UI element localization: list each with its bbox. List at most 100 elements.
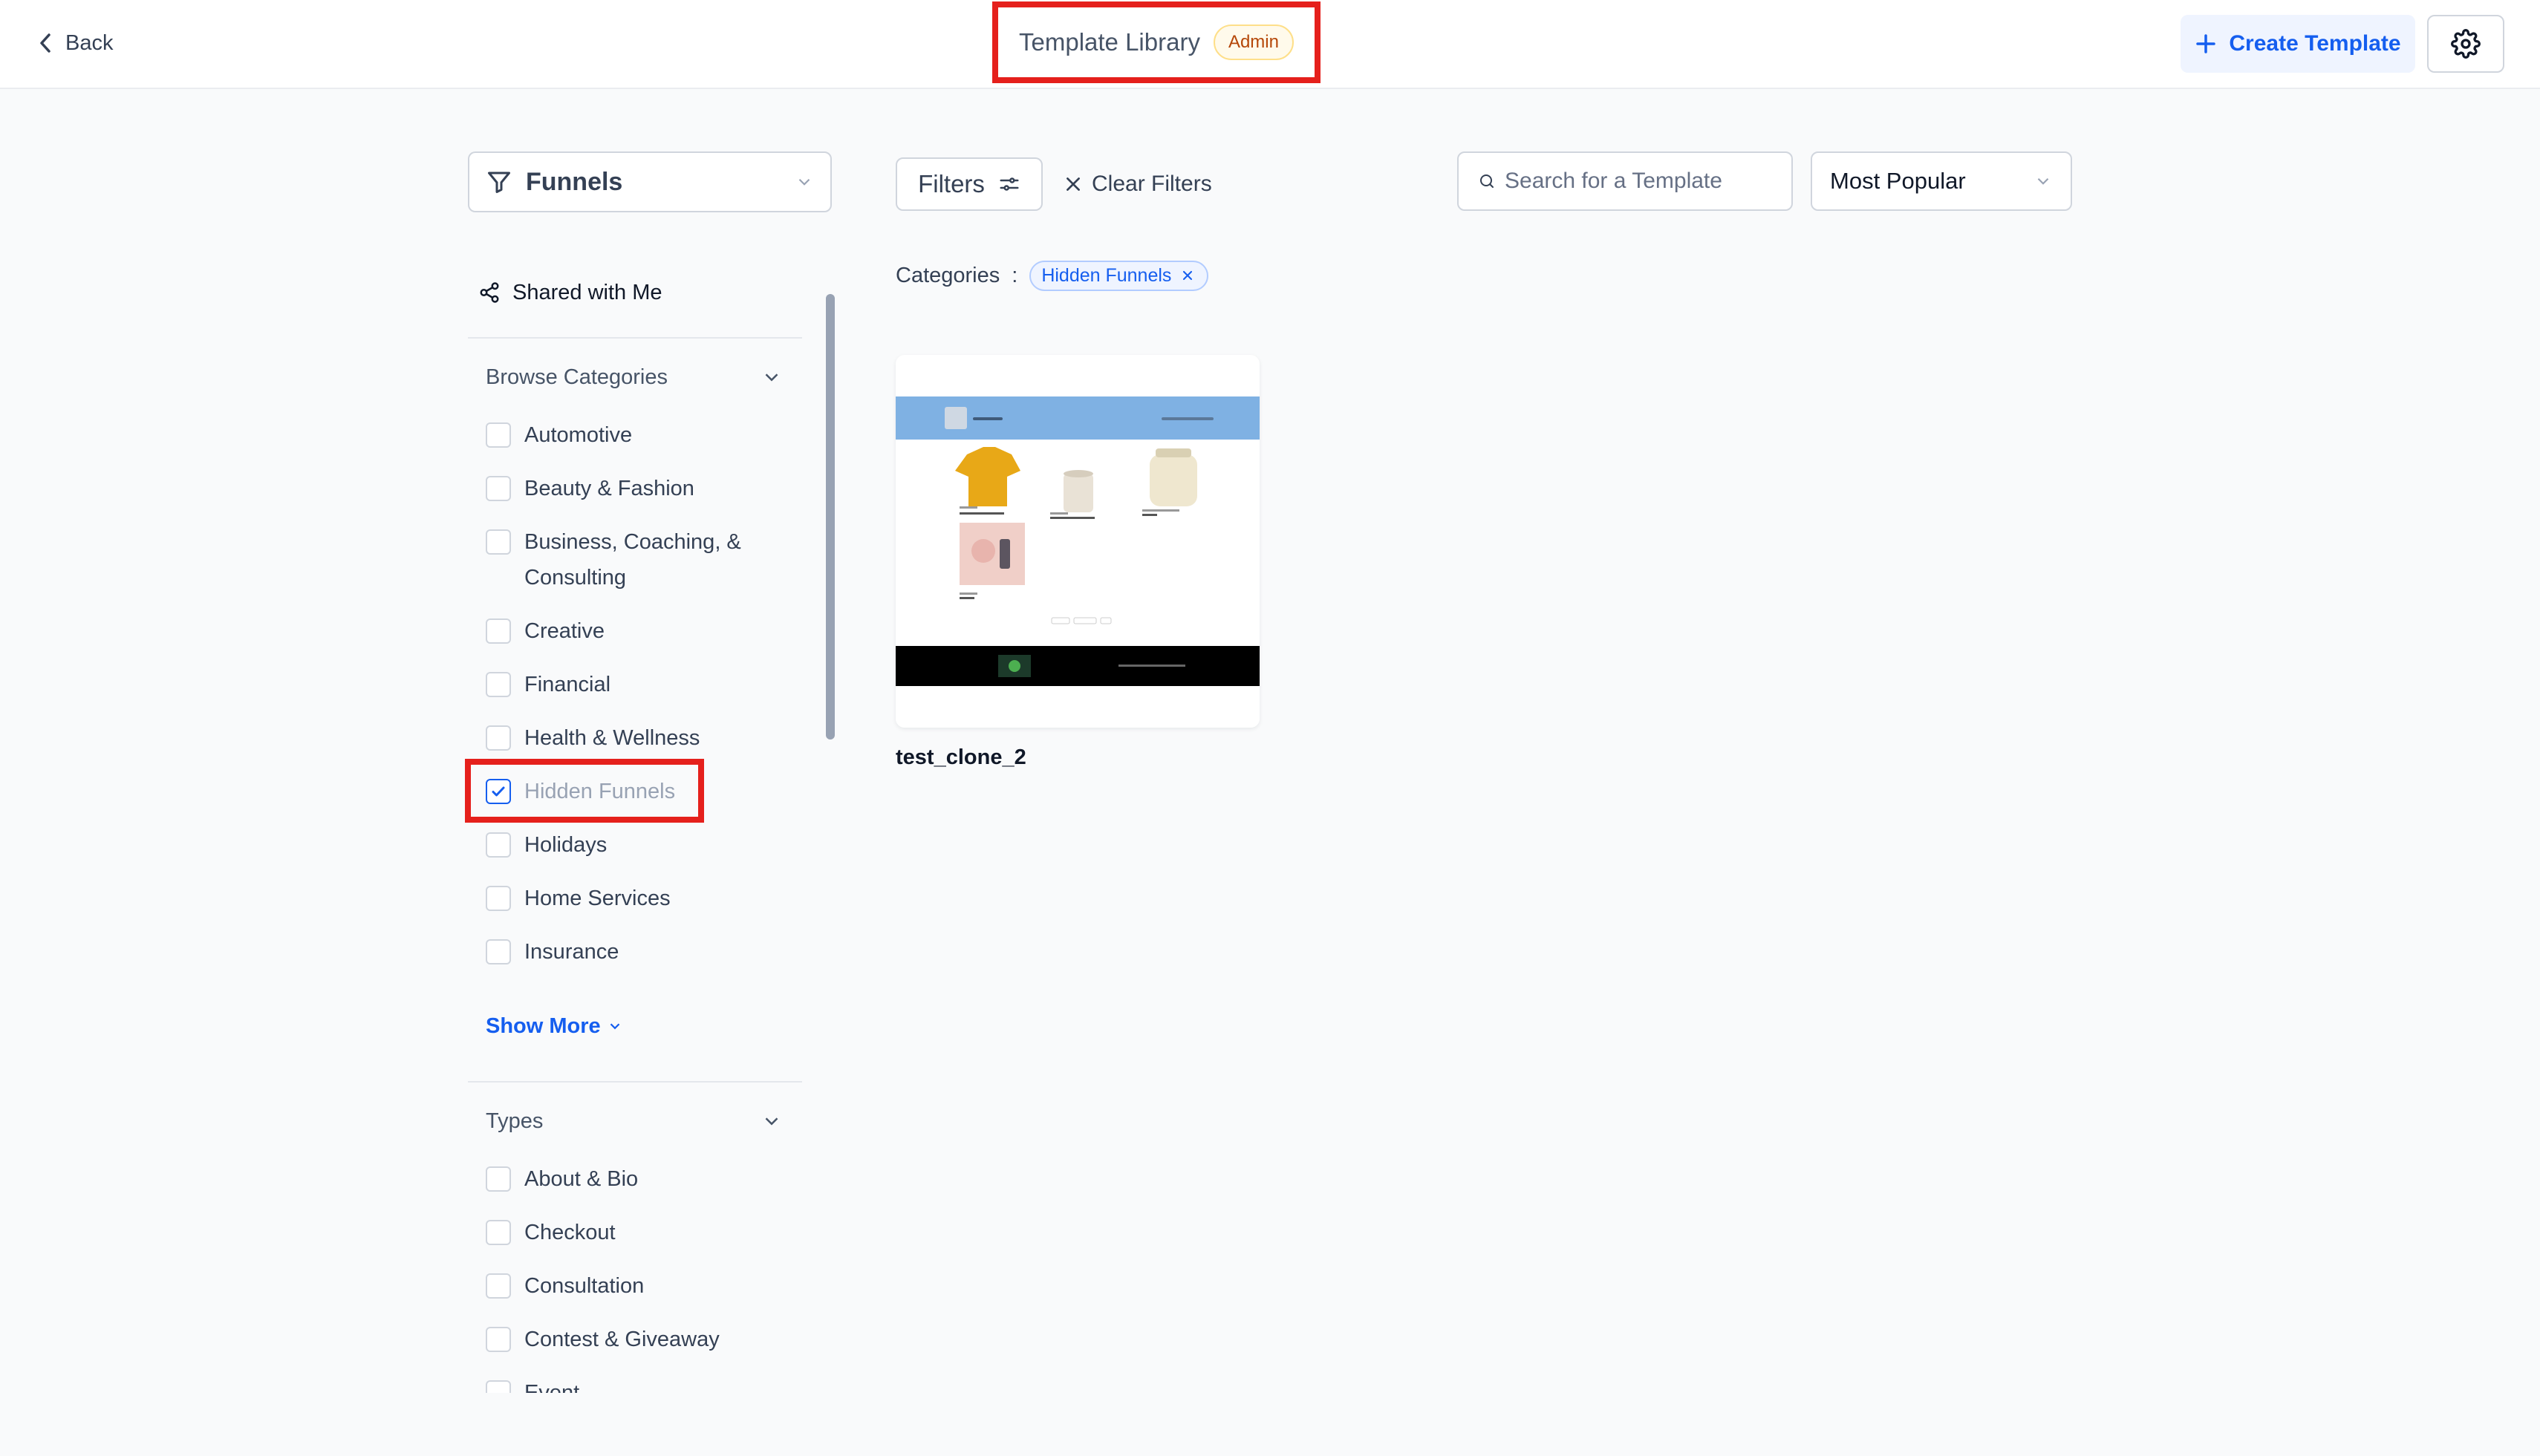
type-label: Contest & Giveaway — [524, 1328, 720, 1351]
checkbox[interactable] — [486, 529, 511, 555]
checkbox[interactable] — [486, 832, 511, 858]
show-more-button[interactable]: Show More — [486, 1010, 623, 1042]
filters-label: Filters — [918, 170, 985, 197]
thumbnail-footer — [896, 646, 1260, 686]
checkbox-checked[interactable] — [486, 779, 511, 804]
clear-filters-button[interactable]: Clear Filters — [1064, 168, 1212, 200]
show-more-label: Show More — [486, 1013, 601, 1038]
chevron-down-icon — [765, 373, 778, 382]
category-label: Business, Coaching, & Consulting — [524, 530, 741, 590]
checkbox[interactable] — [486, 939, 511, 964]
check-icon — [492, 786, 505, 797]
type-checkout[interactable]: Checkout — [486, 1215, 790, 1250]
top-bar: Back Template Library Admin Create Templ… — [0, 0, 2540, 89]
gear-icon — [2451, 29, 2481, 59]
browse-categories-header[interactable]: Browse Categories — [486, 361, 783, 394]
clear-filters-label: Clear Filters — [1092, 172, 1212, 196]
chevron-down-icon — [2037, 177, 2049, 185]
category-business-coaching[interactable]: Business, Coaching, & Consulting — [486, 524, 761, 595]
thumbnail-bottom — [896, 686, 1260, 728]
search-box[interactable] — [1457, 151, 1793, 211]
chevron-down-icon — [610, 1023, 619, 1030]
category-label: Hidden Funnels — [524, 780, 676, 803]
category-creative[interactable]: Creative — [486, 613, 790, 649]
sidebar-scrollbar[interactable] — [826, 294, 835, 740]
filter-funnel-icon — [488, 172, 510, 193]
create-template-button[interactable]: Create Template — [2181, 15, 2415, 73]
thumbnail-nav-line — [973, 417, 1003, 420]
thumbnail-footer-logo — [998, 655, 1185, 677]
filters-button[interactable]: Filters — [896, 157, 1043, 211]
checkbox[interactable] — [486, 1273, 511, 1299]
type-about-bio[interactable]: About & Bio — [486, 1161, 790, 1197]
thumbnail-nav-line — [1162, 417, 1214, 420]
checkbox[interactable] — [486, 422, 511, 448]
category-insurance[interactable]: Insurance — [486, 934, 790, 970]
sidebar-divider — [468, 1081, 802, 1083]
filter-chip-label: Hidden Funnels — [1041, 264, 1172, 286]
chevron-down-icon — [765, 1117, 778, 1126]
close-icon — [1067, 177, 1080, 191]
sidebar-divider — [468, 337, 802, 339]
category-label: Creative — [524, 619, 605, 643]
type-contest-giveaway[interactable]: Contest & Giveaway — [486, 1322, 790, 1357]
back-button[interactable]: Back — [39, 27, 113, 59]
category-beauty-fashion[interactable]: Beauty & Fashion — [486, 471, 790, 506]
template-type-value: Funnels — [526, 167, 623, 196]
category-holidays[interactable]: Holidays — [486, 827, 790, 863]
category-home-services[interactable]: Home Services — [486, 881, 790, 916]
browse-categories-title: Browse Categories — [486, 365, 668, 389]
types-header[interactable]: Types — [486, 1105, 783, 1137]
type-consultation[interactable]: Consultation — [486, 1268, 790, 1304]
category-financial[interactable]: Financial — [486, 667, 790, 702]
active-filters-row: Categories : Hidden Funnels — [896, 258, 1209, 293]
types-title: Types — [486, 1109, 544, 1133]
type-label: Checkout — [524, 1221, 616, 1244]
chevron-left-icon — [40, 33, 51, 53]
template-card[interactable] — [896, 355, 1260, 728]
template-name[interactable]: test_clone_2 — [896, 745, 1026, 770]
checkbox[interactable] — [486, 1220, 511, 1245]
create-template-label: Create Template — [2229, 31, 2401, 56]
checkbox[interactable] — [486, 725, 511, 751]
back-label: Back — [65, 30, 114, 55]
thumbnail-products-image — [955, 447, 1197, 624]
template-type-select[interactable]: Funnels — [468, 151, 832, 212]
settings-button[interactable] — [2427, 15, 2504, 73]
checkbox[interactable] — [486, 886, 511, 911]
type-label: Consultation — [524, 1274, 645, 1298]
category-label: Financial — [524, 673, 611, 696]
sliders-icon — [1000, 177, 1019, 191]
active-filters-separator: : — [1012, 263, 1018, 287]
category-automotive[interactable]: Automotive — [486, 417, 790, 453]
page-title: Template Library — [1019, 28, 1200, 56]
checkbox[interactable] — [486, 1166, 511, 1192]
category-label: Automotive — [524, 423, 633, 447]
category-label: Holidays — [524, 833, 608, 857]
search-icon — [1480, 174, 1494, 188]
checkbox[interactable] — [486, 1327, 511, 1352]
category-label: Health & Wellness — [524, 726, 700, 750]
type-label: Event — [524, 1381, 580, 1393]
category-hidden-funnels[interactable]: Hidden Funnels — [486, 774, 790, 809]
checkbox[interactable] — [486, 618, 511, 644]
sort-value: Most Popular — [1830, 168, 1966, 194]
active-filters-label: Categories — [896, 263, 1000, 287]
shared-with-me-link[interactable]: Shared with Me — [478, 276, 662, 309]
chip-remove-icon[interactable] — [1180, 268, 1195, 283]
category-label: Insurance — [524, 940, 619, 964]
checkbox[interactable] — [486, 476, 511, 501]
checkbox[interactable] — [486, 672, 511, 697]
checkbox[interactable] — [486, 1380, 511, 1393]
plus-icon — [2196, 34, 2216, 53]
page-title-highlight: Template Library Admin — [992, 1, 1321, 83]
category-health-wellness[interactable]: Health & Wellness — [486, 720, 790, 756]
admin-badge: Admin — [1213, 25, 1294, 60]
sort-select[interactable]: Most Popular — [1811, 151, 2072, 211]
thumbnail-logo — [945, 407, 967, 429]
filter-chip-hidden-funnels: Hidden Funnels — [1029, 260, 1209, 291]
type-event[interactable]: Event — [486, 1375, 790, 1393]
search-input[interactable] — [1505, 169, 1772, 194]
share-icon — [480, 282, 499, 303]
chevron-down-icon — [798, 178, 810, 186]
